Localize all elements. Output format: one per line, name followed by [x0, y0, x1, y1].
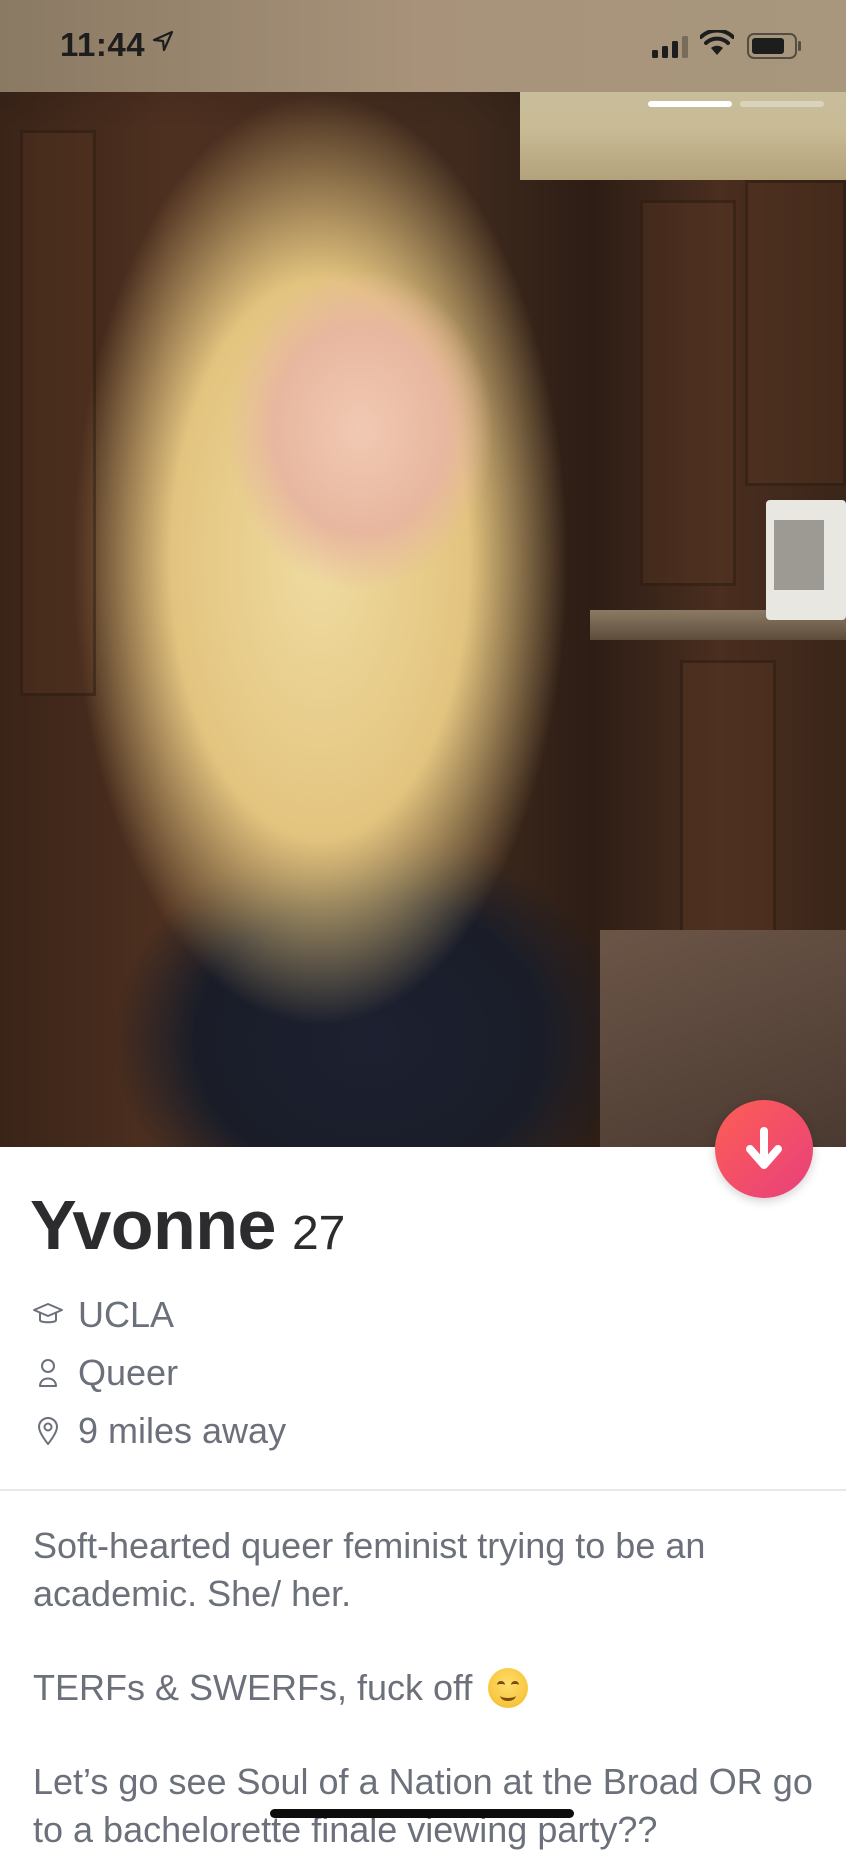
photo-pager-dot[interactable] — [648, 101, 732, 107]
section-divider — [0, 1489, 846, 1491]
profile-age: 27 — [291, 1207, 346, 1260]
photo-background — [680, 660, 776, 946]
bio-text: TERFs & SWERFs, fuck off — [33, 1667, 473, 1708]
profile-name: Yvonne — [30, 1186, 276, 1264]
bio-paragraph: TERFs & SWERFs, fuck off — [33, 1664, 823, 1712]
school-label: UCLA — [78, 1294, 175, 1335]
battery-icon — [747, 33, 803, 64]
photo-pager-dot[interactable] — [740, 101, 824, 107]
cellular-signal-icon — [652, 36, 690, 63]
arrow-down-icon — [746, 1127, 782, 1169]
smiling-face-emoji-icon — [488, 1668, 529, 1708]
bio-paragraph: Let’s go see Soul of a Nation at the Bro… — [33, 1761, 813, 1850]
school-row: UCLA — [30, 1294, 174, 1336]
status-time: 11:44 — [60, 26, 146, 63]
home-indicator[interactable] — [270, 1809, 574, 1818]
graduation-cap-icon — [30, 1297, 66, 1333]
orientation-label: Queer — [78, 1352, 179, 1393]
photo-background — [766, 500, 846, 620]
photo-background — [20, 130, 96, 696]
profile-bio: Soft-hearted queer feminist trying to be… — [33, 1522, 823, 1854]
collapse-profile-button[interactable] — [715, 1100, 813, 1198]
photo-background — [745, 180, 846, 486]
profile-photo[interactable] — [0, 0, 846, 1147]
distance-label: 9 miles away — [78, 1410, 287, 1451]
photo-pager — [648, 101, 824, 107]
distance-row: 9 miles away — [30, 1410, 286, 1452]
status-bar: 11:44 — [0, 0, 846, 92]
orientation-row: Queer — [30, 1352, 178, 1394]
profile-header: Yvonne 27 — [30, 1185, 345, 1265]
person-icon — [30, 1355, 66, 1391]
photo-background — [640, 200, 736, 586]
location-arrow-icon — [152, 30, 174, 57]
bio-paragraph: Soft-hearted queer feminist trying to be… — [33, 1525, 706, 1614]
location-pin-icon — [30, 1413, 66, 1449]
photo-background — [600, 930, 846, 1147]
wifi-icon — [699, 28, 735, 61]
